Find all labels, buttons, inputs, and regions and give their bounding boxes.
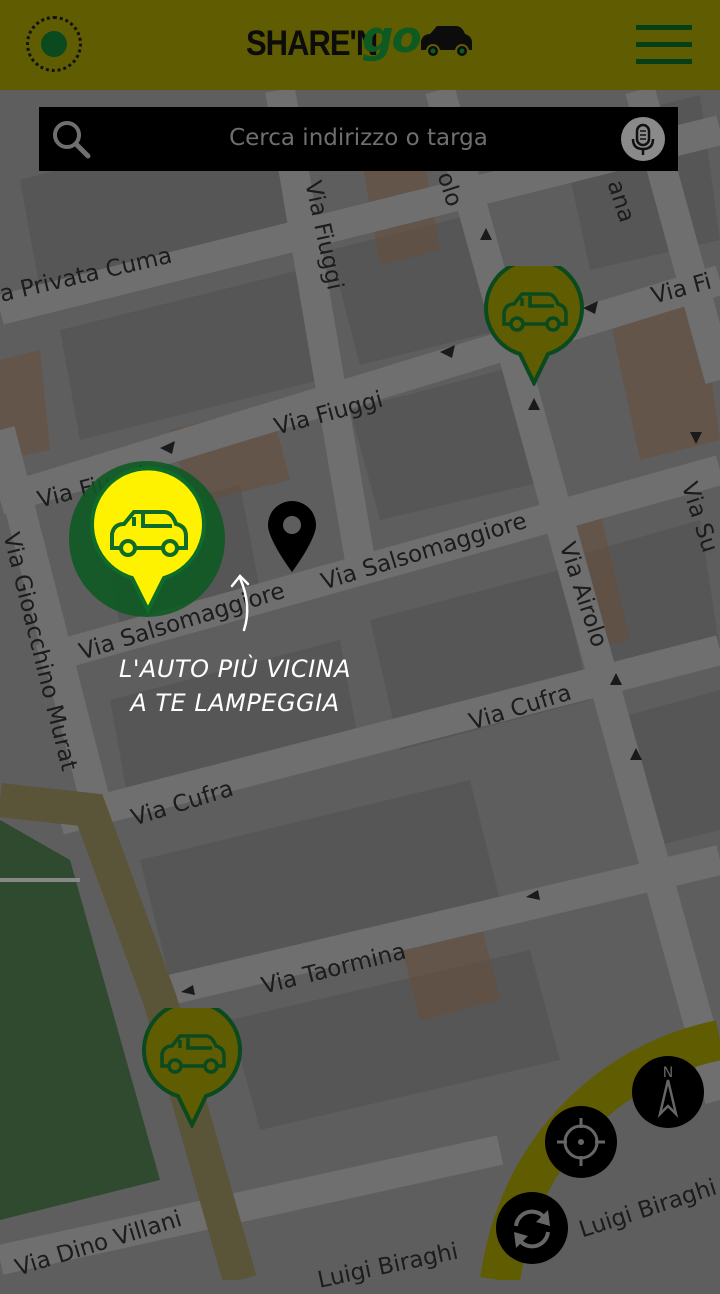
locate-button[interactable] — [545, 1106, 617, 1178]
refresh-button[interactable] — [496, 1192, 568, 1264]
hamburger-menu-icon[interactable] — [636, 25, 692, 65]
status-dot-inner — [41, 31, 67, 57]
microphone-icon[interactable] — [621, 117, 665, 161]
logo-share-text: SHARE'N — [246, 23, 378, 64]
car-pin-icon[interactable] — [142, 1008, 242, 1128]
top-bar: SHARE'N go — [0, 0, 720, 90]
refresh-icon — [514, 1209, 550, 1249]
hint-arrow-icon — [230, 574, 250, 632]
logo-car-icon — [421, 26, 472, 58]
menu-bar — [636, 25, 692, 30]
locate-crosshair-icon — [557, 1118, 605, 1166]
search-icon[interactable] — [51, 119, 91, 159]
compass-icon: N — [657, 1065, 679, 1118]
user-location-pin-icon — [268, 501, 316, 572]
menu-bar — [636, 42, 692, 47]
hint-line-1: L'AUTO PIÙ VICINA — [118, 655, 352, 683]
menu-bar — [636, 59, 692, 64]
search-input[interactable]: Cerca indirizzo o targa — [99, 107, 618, 171]
app-logo: SHARE'N go — [246, 12, 486, 72]
nearest-car-pin-icon[interactable] — [68, 460, 228, 620]
compass-label: N — [663, 1065, 673, 1081]
hint-line-2: A TE LAMPEGGIA — [130, 689, 340, 717]
compass-button[interactable]: N — [632, 1056, 704, 1128]
search-bar[interactable]: Cerca indirizzo o targa — [39, 107, 678, 171]
car-pin-icon[interactable] — [484, 266, 584, 386]
logo-go-text: go — [362, 12, 422, 63]
status-dot-icon[interactable] — [26, 16, 82, 72]
microphone-glyph — [631, 123, 655, 155]
nearest-car-hint: L'AUTO PIÙ VICINA A TE LAMPEGGIA — [100, 652, 370, 720]
